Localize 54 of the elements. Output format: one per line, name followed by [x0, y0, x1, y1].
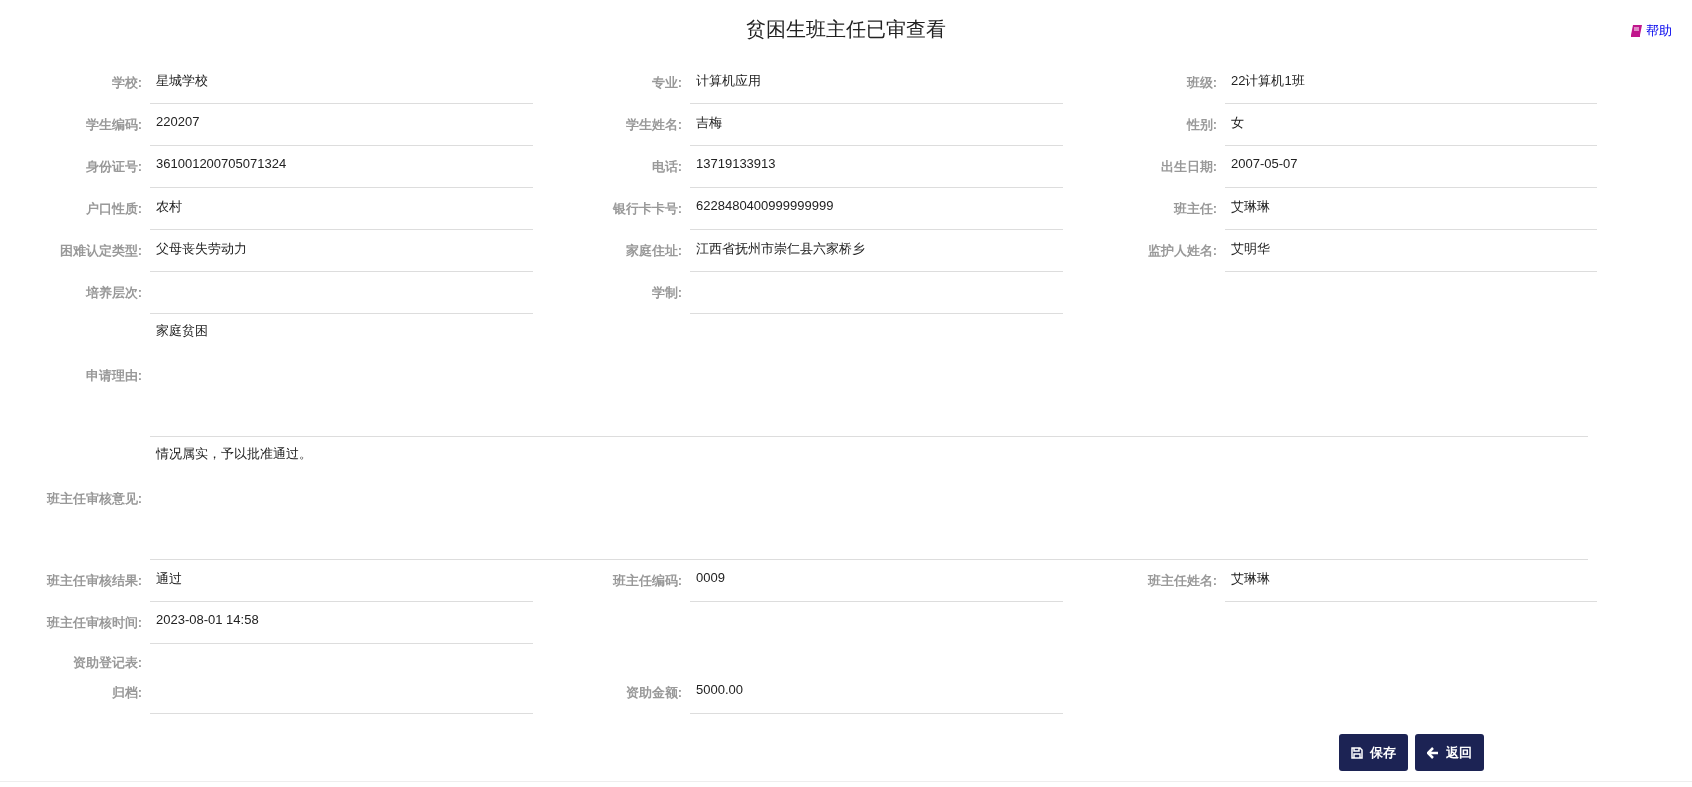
- field-value: 22计算机1班: [1225, 62, 1597, 104]
- field-value: 2007-05-07: [1225, 146, 1597, 188]
- field-value: 艾琳琳: [1225, 188, 1597, 230]
- field-value: 2023-08-01 14:58: [150, 602, 533, 644]
- field-value: 女: [1225, 104, 1597, 146]
- field-value: 5000.00: [690, 672, 1063, 714]
- field-value: 家庭贫困: [150, 314, 1588, 437]
- field-label: 班主任审核意见:: [45, 489, 143, 508]
- field-label: 班级:: [1185, 74, 1218, 92]
- back-button[interactable]: 返回: [1415, 734, 1484, 771]
- book-icon: [1631, 25, 1642, 37]
- page-title: 贫困生班主任已审查看: [746, 17, 946, 42]
- field-label: 培养层次:: [84, 284, 143, 302]
- field-value: 艾明华: [1225, 230, 1597, 272]
- field-value: 13719133913: [690, 146, 1063, 188]
- field-value: 江西省抚州市崇仁县六家桥乡: [690, 230, 1063, 272]
- field-label: 班主任编码:: [611, 572, 683, 590]
- field-label: 学生编码:: [84, 116, 143, 134]
- field-value: 通过: [150, 560, 533, 602]
- field-label: 困难认定类型:: [58, 242, 143, 260]
- left-arrow-icon: [1427, 746, 1439, 759]
- field-label: 监护人姓名:: [1146, 242, 1218, 260]
- field-label: 资助登记表:: [71, 654, 143, 672]
- help-link[interactable]: 帮助: [1631, 22, 1672, 40]
- field-label: 身份证号:: [84, 158, 143, 176]
- field-label: 班主任姓名:: [1146, 572, 1218, 590]
- field-value: 361001200705071324: [150, 146, 533, 188]
- field-label: 学校:: [110, 74, 143, 92]
- field-label: 家庭住址:: [624, 242, 683, 260]
- save-button[interactable]: 保存: [1339, 734, 1408, 771]
- field-value: 农村: [150, 188, 533, 230]
- field-label: 专业:: [650, 74, 683, 92]
- field-label: 资助金额:: [624, 684, 683, 702]
- field-label: 银行卡卡号:: [611, 200, 683, 218]
- field-label: 班主任:: [1172, 200, 1218, 218]
- field-label: 班主任审核结果:: [45, 572, 143, 590]
- field-value: 吉梅: [690, 104, 1063, 146]
- field-label: 归档:: [110, 684, 143, 702]
- field-label: 班主任审核时间:: [45, 614, 143, 632]
- field-value: 0009: [690, 560, 1063, 602]
- field-value: 星城学校: [150, 62, 533, 104]
- field-label: 出生日期:: [1159, 158, 1218, 176]
- field-value: 计算机应用: [690, 62, 1063, 104]
- field-label: 性别:: [1185, 116, 1218, 134]
- field-label: 户口性质:: [84, 200, 143, 218]
- field-value: 父母丧失劳动力: [150, 230, 533, 272]
- field-value: 艾琳琳: [1225, 560, 1597, 602]
- field-value: 情况属实，予以批准通过。: [150, 437, 1588, 560]
- field-value: 6228480400999999999: [690, 188, 1063, 230]
- field-label: 电话:: [650, 158, 683, 176]
- field-label: 学制:: [650, 284, 683, 302]
- field-value: 220207: [150, 104, 533, 146]
- field-label: 学生姓名:: [624, 116, 683, 134]
- field-label: 申请理由:: [84, 366, 143, 385]
